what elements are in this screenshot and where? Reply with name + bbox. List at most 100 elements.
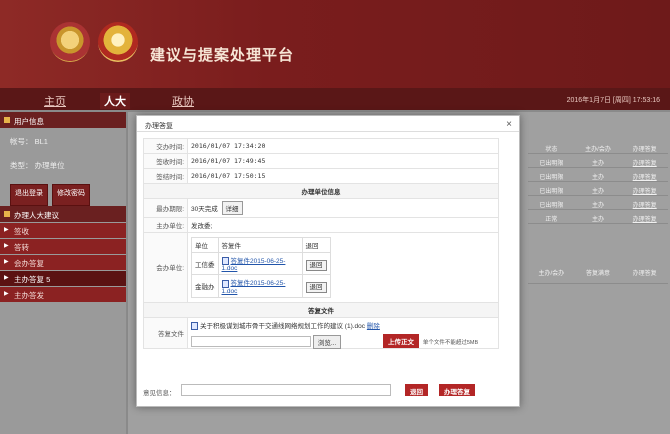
section-icon (4, 117, 10, 123)
table-cell: 已出明限 (539, 189, 564, 195)
table-cell: 主办 (592, 189, 605, 195)
size-limit-note: 单个文件不能超过5MB (422, 339, 479, 346)
nav-item-cppcc[interactable]: 政协 (172, 93, 194, 109)
menu-item-main-reply[interactable]: 主办答复 5 (0, 271, 126, 286)
site-title: 建议与提案处理平台 (150, 47, 295, 64)
cppcc-emblem-icon (98, 22, 138, 62)
deadline-row: 最办期限: 30天完成 详细 (143, 198, 499, 218)
assign-time-value: 2016/01/07 17:34:20 (187, 138, 499, 154)
column-header: 答复满意 (586, 271, 611, 277)
upload-controls: 浏览... 上传正文 单个文件不能超过5MB (191, 332, 495, 349)
attachment-link[interactable]: 答复件2015-06-25-1.doc (222, 258, 286, 272)
column-header: 答复件 (217, 237, 303, 253)
sign-time-row: 签收时间: 2016/01/07 17:49:45 (143, 153, 499, 169)
background-table: 状态 主办/会办 办理答复 已出明限 主办 办理答复 已出明限 主办 办理答复 … (528, 140, 668, 284)
user-info-header: 用户信息 (0, 112, 126, 128)
current-datetime: 2016年1月7日 [周四] 17:53:16 (566, 97, 660, 104)
reply-file-row: 答复文件 关于积极谋划城市骨干交通线网络规划工作的建议 (1).doc 删除 浏… (143, 316, 499, 349)
menu-item-sign[interactable]: 签收 (0, 223, 126, 238)
table-row: 已出明限 主办 办理答复 (528, 154, 668, 168)
table-cell: 主办 (592, 203, 605, 209)
handling-section-title: 办理单位信息 (143, 183, 499, 199)
nav-item-npc[interactable]: 人大 (100, 93, 130, 109)
dialog-title: 办理答复 (137, 116, 519, 132)
reply-link[interactable]: 办理答复 (621, 182, 668, 195)
reply-link[interactable]: 办理答复 (621, 196, 668, 209)
menu-section-title: 办理人大建议 (14, 211, 59, 220)
assign-time-row: 交办时间: 2016/01/07 17:34:20 (143, 138, 499, 154)
doc-file-icon (191, 321, 198, 330)
table-row: 已出明限 主办 办理答复 (528, 196, 668, 210)
table-cell: 主办 (592, 175, 605, 181)
return-dialog-button[interactable]: 退回 (405, 384, 428, 396)
doc-file-icon (221, 257, 229, 266)
main-unit-label: 主办单位: (143, 217, 188, 233)
answer-time-row: 签结时间: 2016/01/07 17:50:15 (143, 168, 499, 184)
sign-time-label: 签收时间: (143, 153, 188, 169)
reply-section-title: 答复文件 (143, 301, 499, 318)
co-unit-label: 会办单位: (143, 232, 188, 303)
table-row: 已出明限 主办 办理答复 (528, 182, 668, 196)
uploaded-file-name: 关于积极谋划城市骨干交通线网络规划工作的建议 (1).doc (200, 322, 366, 330)
table-cell: 已出明限 (539, 161, 564, 167)
opinion-input[interactable] (181, 384, 391, 396)
dialog-body: 交办时间: 2016/01/07 17:34:20 签收时间: 2016/01/… (137, 134, 519, 406)
reply-link[interactable]: 办理答复 (621, 154, 668, 167)
delete-file-link[interactable]: 删除 (367, 323, 380, 330)
unit-name: 金融办 (191, 274, 219, 298)
submit-reply-button[interactable]: 办理答复 (439, 384, 475, 396)
menu-item-transfer[interactable]: 答转 (0, 239, 126, 254)
unit-name: 工信委 (191, 251, 219, 276)
menu-section-header: 办理人大建议 (0, 206, 126, 222)
nav-item-home[interactable]: 主页 (44, 93, 66, 109)
type-label: 类型： (10, 161, 33, 170)
browse-button[interactable]: 浏览... (312, 334, 342, 349)
deadline-label: 最办期限: (143, 198, 188, 218)
menu-item-co-reply[interactable]: 会办答复 (0, 255, 126, 270)
attachment-cell: 答复件2015-06-25-1.doc (217, 251, 303, 276)
top-navbar: 主页 人大 政协 2016年1月7日 [周四] 17:53:16 (0, 88, 670, 110)
co-unit-row-2: 金融办 答复件2015-06-25-1.doc 退回 (191, 274, 331, 298)
column-header: 办理答复 (632, 271, 657, 277)
deadline-value: 30天完成 (191, 206, 218, 213)
close-icon[interactable]: × (506, 119, 512, 130)
menu-item-main-send[interactable]: 主办答发 (0, 287, 126, 302)
return-button[interactable]: 退回 (305, 259, 327, 271)
return-cell: 退回 (301, 251, 331, 276)
section-icon (4, 211, 10, 217)
column-header: 退回 (301, 237, 331, 253)
attachment-cell: 答复件2015-06-25-1.doc (217, 274, 303, 298)
attachment-link[interactable]: 答复件2015-06-25-1.doc (222, 280, 286, 294)
co-unit-row-1: 工信委 答复件2015-06-25-1.doc 退回 (191, 251, 331, 276)
detail-button[interactable]: 详细 (221, 201, 243, 215)
opinion-label: 意见信息： (143, 390, 176, 397)
main-unit-row: 主办单位: 发改委; (143, 217, 499, 233)
table-row: 正常 主办 办理答复 (528, 210, 668, 224)
column-header: 单位 (191, 237, 219, 253)
reply-link[interactable]: 办理答复 (621, 210, 668, 223)
site-header: 建议与提案处理平台 (0, 0, 670, 88)
co-unit-cell: 单位 答复件 退回 工信委 答复件2015-06-25-1.doc 退回 金融办… (187, 232, 499, 303)
file-path-input[interactable] (191, 336, 311, 348)
left-sidebar: 用户信息 帐号： BL1 类型： 办理单位 退出登录 修改密码 办理人大建议 签… (0, 112, 126, 434)
upload-button[interactable]: 上传正文 (383, 333, 420, 348)
column-header: 主办/会办 (585, 147, 611, 153)
logout-button[interactable]: 退出登录 (10, 184, 48, 206)
change-password-button[interactable]: 修改密码 (52, 184, 90, 206)
reply-file-cell: 关于积极谋划城市骨干交通线网络规划工作的建议 (1).doc 删除 浏览... … (187, 316, 499, 349)
doc-file-icon (221, 279, 229, 288)
answer-time-value: 2016/01/07 17:50:15 (187, 168, 499, 184)
dialog-footer: 意见信息： 退回 办理答复 (143, 383, 499, 399)
deadline-cell: 30天完成 详细 (187, 198, 499, 218)
national-emblem-icon (50, 22, 90, 62)
table-header-2: 主办/会办 答复满意 办理答复 (528, 264, 668, 284)
reply-form-table: 交办时间: 2016/01/07 17:34:20 签收时间: 2016/01/… (143, 138, 499, 349)
column-header: 办理答复 (632, 147, 657, 153)
column-header: 主办/会办 (538, 271, 565, 277)
table-row: 已出明限 主办 办理答复 (528, 168, 668, 182)
type-row: 类型： 办理单位 (0, 152, 126, 176)
return-button[interactable]: 退回 (305, 281, 327, 293)
reply-link[interactable]: 办理答复 (621, 168, 668, 181)
column-header: 状态 (545, 147, 558, 153)
return-cell: 退回 (301, 274, 331, 298)
